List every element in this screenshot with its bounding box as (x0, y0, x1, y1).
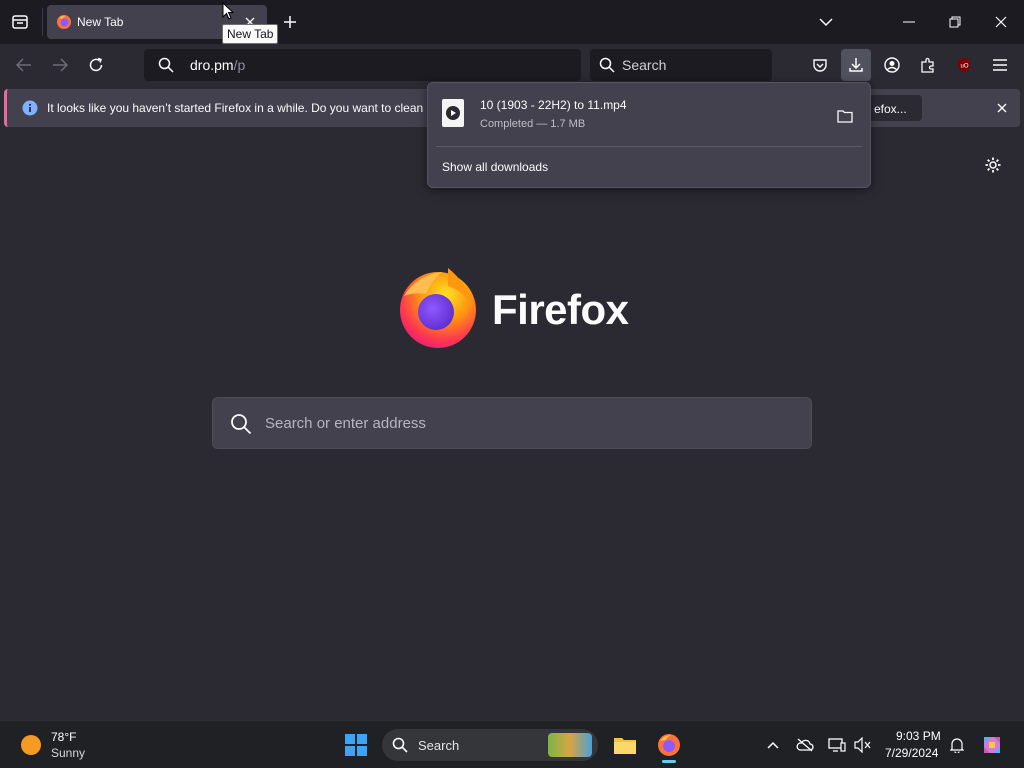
minimize-icon[interactable] (886, 6, 932, 38)
search-bar[interactable]: Search (590, 49, 772, 81)
account-icon[interactable] (878, 49, 906, 81)
taskbar-search-label: Search (418, 738, 460, 753)
restore-icon[interactable] (932, 6, 978, 38)
list-all-tabs-chevron-icon[interactable] (814, 10, 838, 34)
reload-icon[interactable] (82, 51, 110, 79)
weather-temperature: 78°F (51, 730, 77, 744)
video-file-icon (442, 99, 464, 127)
pocket-icon[interactable] (806, 49, 834, 81)
volume-muted-icon[interactable] (851, 733, 875, 757)
info-icon (22, 100, 38, 116)
notification-message: It looks like you haven’t started Firefo… (47, 101, 433, 115)
clock-time[interactable]: 9:03 PM (896, 729, 941, 743)
svg-text:uO: uO (961, 64, 969, 70)
close-icon[interactable] (991, 97, 1013, 119)
download-filename[interactable]: 10 (1903 - 22H2) to 11.mp4 (480, 98, 627, 112)
search-highlight-image-icon (548, 733, 592, 757)
url-bar[interactable]: dro.pm/p (144, 49, 581, 81)
content-search-box[interactable]: Search or enter address (212, 397, 812, 449)
chevron-up-icon[interactable] (762, 733, 784, 757)
firefox-logo-icon (400, 268, 476, 348)
weather-condition: Sunny (51, 746, 86, 760)
new-tab-plus-icon[interactable] (278, 10, 302, 34)
tab-tooltip: New Tab (222, 24, 279, 44)
tab-strip: New Tab New Tab (0, 0, 1024, 44)
divider (436, 146, 862, 147)
hamburger-menu-icon[interactable] (986, 49, 1014, 81)
content-search-placeholder: Search or enter address (265, 415, 426, 432)
download-status: Completed — 1.7 MB (480, 118, 586, 130)
refresh-firefox-button[interactable]: efox... (864, 95, 922, 121)
windows-start-icon[interactable] (340, 729, 372, 761)
firefox-taskbar-icon[interactable] (652, 727, 686, 763)
active-app-indicator (662, 760, 676, 763)
taskbar-search[interactable]: Search (382, 729, 598, 761)
downloads-button[interactable] (841, 49, 871, 81)
window-close-icon[interactable] (978, 6, 1024, 38)
file-explorer-icon[interactable] (608, 729, 642, 761)
forward-arrow-icon[interactable] (46, 51, 74, 79)
firefox-view-icon[interactable] (8, 10, 32, 34)
show-all-downloads-link[interactable]: Show all downloads (442, 160, 548, 174)
copilot-icon[interactable] (978, 731, 1006, 759)
ublock-origin-icon[interactable]: uO (950, 49, 978, 81)
notification-bell-icon[interactable] (945, 733, 969, 757)
divider (42, 8, 43, 36)
tab-title: New Tab (77, 15, 124, 29)
url-text: dro.pm/p (190, 57, 245, 73)
search-icon (158, 57, 174, 73)
firefox-favicon-icon (57, 15, 71, 29)
settings-gear-icon[interactable] (980, 152, 1006, 178)
url-domain: dro.pm (190, 57, 234, 73)
url-path: /p (233, 57, 246, 73)
windows-taskbar: 78°F Sunny Search 9:03 PM 7/29/2024 (0, 720, 1024, 768)
network-icon[interactable] (825, 733, 849, 757)
back-arrow-icon[interactable] (10, 51, 38, 79)
mouse-cursor-icon (222, 2, 234, 20)
search-bar-placeholder: Search (622, 57, 667, 73)
sun-icon (21, 735, 41, 755)
search-icon (231, 414, 252, 435)
navigation-toolbar: dro.pm/p Search uO (0, 44, 1024, 86)
downloads-panel: 10 (1903 - 22H2) to 11.mp4 Completed — 1… (427, 82, 871, 188)
extensions-puzzle-icon[interactable] (914, 49, 942, 81)
open-folder-icon[interactable] (832, 103, 858, 129)
firefox-wordmark: Firefox (492, 286, 629, 333)
onedrive-offline-icon[interactable] (793, 733, 817, 757)
download-arrow-icon (849, 58, 863, 72)
search-icon (599, 57, 615, 73)
search-icon (392, 737, 408, 753)
clock-date[interactable]: 7/29/2024 (885, 746, 938, 760)
